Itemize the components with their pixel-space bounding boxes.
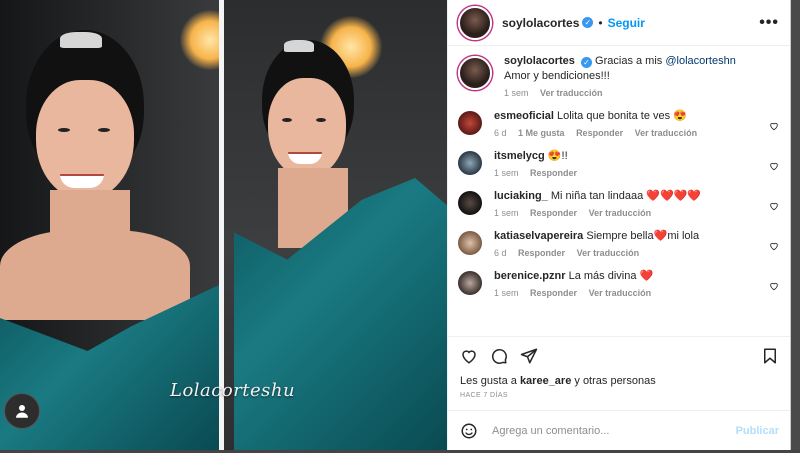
post-header: soylolacortes ✓ • Seguir ••• [448,0,790,46]
commenter-avatar[interactable] [458,191,482,215]
comment-time[interactable]: 1 sem [494,168,519,178]
comments-list[interactable]: soylolacortes ✓ Gracias a mis @lolacorte… [448,46,790,336]
see-translation-link[interactable]: Ver traducción [589,288,652,298]
author-username[interactable]: soylolacortes [502,16,579,30]
comment-text: Mi niña tan lindaaa ❤️❤️❤️❤️ [550,190,702,202]
like-comment-heart-icon[interactable] [769,238,779,251]
author-avatar[interactable] [458,5,492,40]
stage-light [180,10,219,70]
post-actions: Les gusta a karee_are y otras personas H… [448,336,790,399]
see-translation-link[interactable]: Ver traducción [577,248,640,258]
reply-button[interactable]: Responder [518,248,565,258]
post-caption: soylolacortes ✓ Gracias a mis @lolacorte… [458,54,781,98]
commenter-avatar[interactable] [458,151,482,175]
eye [58,128,70,132]
like-comment-heart-icon[interactable] [769,158,779,171]
comment-input[interactable] [490,423,736,438]
liker-username[interactable]: karee_are [520,375,571,387]
caption-time[interactable]: 1 sem [504,88,529,98]
post-image[interactable]: Lolacorteshu [0,0,447,450]
verified-badge-icon: ✓ [580,57,592,68]
caption-avatar[interactable] [458,56,492,90]
like-comment-heart-icon[interactable] [769,198,779,211]
comment-text: Lolita que bonita te ves 😍 [556,110,687,122]
reply-button[interactable]: Responder [576,128,623,138]
comment-time[interactable]: 6 d [494,248,507,258]
post-sidebar: soylolacortes ✓ • Seguir ••• soylolacort… [447,0,790,450]
comment-item: luciaking_ Mi niña tan lindaaa ❤️❤️❤️❤️ … [458,189,781,218]
comment-item: katiaselvapereira Siempre bella❤️mi lola… [458,229,781,258]
see-translation-link[interactable]: Ver traducción [540,88,603,98]
tiara [284,40,314,52]
see-translation-link[interactable]: Ver traducción [589,208,652,218]
reply-button[interactable]: Responder [530,288,577,298]
comment-likes[interactable]: 1 Me gusta [518,128,565,138]
tagged-user-icon[interactable] [4,393,40,429]
commenter-avatar[interactable] [458,271,482,295]
comment-username[interactable]: luciaking_ [494,190,548,202]
emoji-smiley-icon[interactable] [460,422,478,440]
reply-button[interactable]: Responder [530,168,577,178]
eye [98,128,110,132]
chest [0,230,190,320]
eye [282,118,292,122]
likes-suffix[interactable]: y otras personas [571,375,655,387]
comment-item: esmeoficial Lolita que bonita te ves 😍 6… [458,109,781,138]
caption-text-end: Amor y bendiciones!!! [504,70,610,82]
caption-username[interactable]: soylolacortes [504,55,575,67]
commenter-avatar[interactable] [458,111,482,135]
tiara [60,32,102,48]
comment-item: itsmelycg 😍!! 1 sem Responder [458,149,781,178]
teal-dress [234,178,447,450]
save-bookmark-icon[interactable] [761,347,779,365]
comment-text: La más divina ❤️ [568,270,654,282]
comment-bubble-icon[interactable] [490,347,508,365]
comment-time[interactable]: 6 d [494,128,507,138]
image-watermark: Lolacorteshu [170,380,296,401]
verified-badge-icon: ✓ [582,17,594,28]
share-paper-plane-icon[interactable] [520,347,538,365]
likes-prefix: Les gusta a [460,375,520,387]
like-heart-icon[interactable] [460,347,478,365]
comment-time[interactable]: 1 sem [494,208,519,218]
comment-item: berenice.pznr La más divina ❤️ 1 sem Res… [458,269,781,298]
follow-button[interactable]: Seguir [608,16,645,30]
comment-time[interactable]: 1 sem [494,288,519,298]
caption-text: Gracias a mis [595,55,666,67]
comment-username[interactable]: berenice.pznr [494,270,566,282]
separator-dot: • [598,15,603,30]
comment-username[interactable]: esmeoficial [494,110,554,122]
comment-text: Siempre bella❤️mi lola [586,230,700,242]
like-comment-heart-icon[interactable] [769,118,779,131]
publish-button[interactable]: Publicar [736,425,779,437]
comment-text: 😍!! [547,150,568,162]
commenter-avatar[interactable] [458,231,482,255]
post-timestamp[interactable]: HACE 7 DÍAS [460,392,779,399]
add-comment-bar: Publicar [448,410,790,450]
see-translation-link[interactable]: Ver traducción [635,128,698,138]
like-comment-heart-icon[interactable] [769,278,779,291]
comment-username[interactable]: itsmelycg [494,150,545,162]
instagram-post-window: Lolacorteshu soylolacortes ✓ • Seguir ••… [0,0,791,450]
reply-button[interactable]: Responder [530,208,577,218]
comment-username[interactable]: katiaselvapereira [494,230,583,242]
caption-mention[interactable]: @lolacorteshn [665,55,735,67]
more-options-icon[interactable]: ••• [759,14,779,32]
likes-summary: Les gusta a karee_are y otras personas [460,375,779,387]
eye [316,118,326,122]
